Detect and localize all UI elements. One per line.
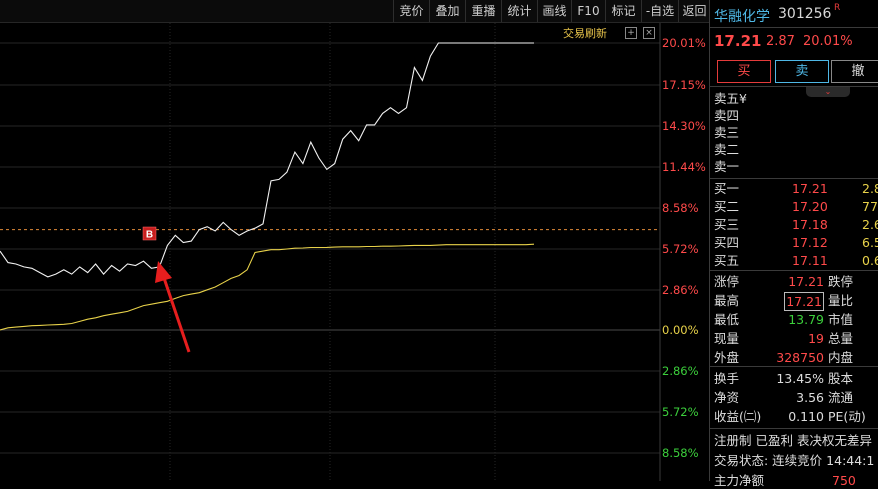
stat-label-2: 总量 bbox=[828, 331, 854, 346]
stat-label: 外盘 bbox=[714, 350, 740, 365]
pct-tick-label: 14.30% bbox=[662, 119, 706, 133]
buy-level-row[interactable]: 买一 17.21 2.8 bbox=[714, 180, 878, 197]
stat-label-2: 量比 bbox=[828, 293, 854, 308]
price-change: 2.87 bbox=[766, 34, 795, 49]
sell3-row: 卖三 bbox=[714, 124, 878, 141]
buy-level-volume: 2.6 bbox=[862, 217, 878, 232]
stat-row: 现量 19 总量 bbox=[714, 330, 878, 347]
price-line bbox=[0, 42, 534, 278]
pct-tick-label: 17.15% bbox=[662, 78, 706, 92]
pct-tick-label: 0.00% bbox=[662, 323, 699, 337]
stat-label-2: PE(动) bbox=[828, 409, 866, 424]
stat-row: 最低 13.79 市值 bbox=[714, 311, 878, 328]
buy-level-volume: 6.5 bbox=[862, 235, 878, 250]
stock-name[interactable]: 华融化学 bbox=[714, 6, 770, 26]
stat-label: 收益(㈡) bbox=[714, 409, 762, 424]
stat-row: 净资 3.56 流通 bbox=[714, 389, 878, 406]
pct-tick-label: 5.72% bbox=[662, 242, 699, 256]
stat-value: 19 bbox=[808, 331, 824, 346]
buy-level-price: 17.11 bbox=[792, 253, 828, 268]
buy-level-label: 买五 bbox=[714, 253, 740, 268]
stat-label-2: 内盘 bbox=[828, 350, 854, 365]
stock-code: 301256 bbox=[778, 6, 832, 22]
buy-level-label: 买一 bbox=[714, 181, 740, 196]
sell1-label: 卖一 bbox=[714, 159, 740, 174]
stat-label: 最低 bbox=[714, 312, 740, 327]
stat-row: 换手 13.45% 股本 bbox=[714, 370, 878, 387]
buy-level-price: 17.12 bbox=[792, 235, 828, 250]
stat-label-2: 股本 bbox=[828, 371, 854, 386]
sell4-label: 卖四 bbox=[714, 108, 740, 123]
stat-value: 3.56 bbox=[796, 390, 824, 405]
buy-level-volume: 77.7 bbox=[862, 199, 878, 214]
pct-tick-label: 11.44% bbox=[662, 160, 706, 174]
stat-value: 17.21 bbox=[788, 274, 824, 289]
stat-value: 17.21 bbox=[784, 292, 824, 311]
pct-tick-label: 8.58% bbox=[662, 446, 699, 460]
pct-tick-label: 8.58% bbox=[662, 201, 699, 215]
pct-tick-label: 2.86% bbox=[662, 283, 699, 297]
stat-label-2: 流通 bbox=[828, 390, 854, 405]
buy-level-price: 17.18 bbox=[792, 217, 828, 232]
svg-text:B: B bbox=[146, 230, 153, 241]
buy-level-volume: 2.8 bbox=[862, 181, 878, 196]
buy-marker[interactable]: B bbox=[142, 226, 157, 241]
sell2-label: 卖二 bbox=[714, 142, 740, 157]
buy-level-label: 买二 bbox=[714, 199, 740, 214]
stat-row: 最高 17.21 量比 bbox=[714, 292, 878, 311]
buy-level-volume: 0.6 bbox=[862, 253, 878, 268]
cancel-order-button[interactable]: 撤 bbox=[831, 60, 878, 83]
close-icon[interactable]: × bbox=[643, 27, 655, 39]
registration-flag: R bbox=[834, 3, 841, 13]
buy-level-price: 17.20 bbox=[792, 199, 828, 214]
price-change-pct: 20.01% bbox=[803, 34, 853, 49]
tags-text: 注册制 已盈利 表决权无差异 bbox=[714, 433, 872, 448]
stat-row: 外盘 328750 内盘 bbox=[714, 349, 878, 366]
buy-level-label: 买四 bbox=[714, 235, 740, 250]
sell2-row: 卖二 bbox=[714, 141, 878, 158]
stat-label-2: 市值 bbox=[828, 312, 854, 327]
quote-panel: 华融化学 301256 R 17.21 2.87 20.01% 买 卖 撤 ⌄ … bbox=[709, 0, 878, 488]
sell5-row: 卖五¥ bbox=[714, 90, 878, 107]
buy-level-label: 买三 bbox=[714, 217, 740, 232]
sell4-row: 卖四 bbox=[714, 107, 878, 124]
stat-value: 13.79 bbox=[788, 312, 824, 327]
pct-tick-label: 5.72% bbox=[662, 405, 699, 419]
stat-label: 涨停 bbox=[714, 274, 740, 289]
buy-level-row[interactable]: 买五 17.11 0.6 bbox=[714, 252, 878, 269]
stat-label: 换手 bbox=[714, 371, 740, 386]
red-arrow-icon bbox=[155, 261, 191, 353]
stat-row: 涨停 17.21 跌停 bbox=[714, 273, 878, 290]
stat-label: 现量 bbox=[714, 331, 740, 346]
buy-level-row[interactable]: 买四 17.12 6.5 bbox=[714, 234, 878, 251]
stat-label: 最高 bbox=[714, 293, 740, 308]
pct-tick-label: 20.01% bbox=[662, 36, 706, 50]
buy-level-row[interactable]: 买三 17.18 2.6 bbox=[714, 216, 878, 233]
sell-button[interactable]: 卖 bbox=[775, 60, 829, 83]
last-price: 17.21 bbox=[714, 32, 762, 50]
trade-status: 交易状态: 连续竞价 14:44:1 bbox=[714, 453, 875, 468]
buy-button[interactable]: 买 bbox=[717, 60, 771, 83]
zoom-in-icon[interactable]: + bbox=[625, 27, 637, 39]
sell3-label: 卖三 bbox=[714, 125, 740, 140]
sell5-label: 卖五 bbox=[714, 91, 740, 106]
pct-tick-label: 2.86% bbox=[662, 364, 699, 378]
stat-value: 0.110 bbox=[788, 409, 824, 424]
stat-value: 328750 bbox=[776, 350, 824, 365]
average-line bbox=[0, 243, 535, 331]
stat-row: 收益(㈡) 0.110 PE(动) bbox=[714, 408, 878, 425]
buy-level-row[interactable]: 买二 17.20 77.7 bbox=[714, 198, 878, 215]
intraday-chart[interactable]: B bbox=[0, 0, 708, 481]
stat-label: 净资 bbox=[714, 390, 740, 405]
stat-label-2: 跌停 bbox=[828, 274, 854, 289]
sell1-row: 卖一 bbox=[714, 158, 878, 175]
yen-icon: ¥ bbox=[739, 91, 747, 106]
stat-value: 13.45% bbox=[776, 371, 824, 386]
buy-level-price: 17.21 bbox=[792, 181, 828, 196]
trade-refresh-label[interactable]: 交易刷新 bbox=[563, 25, 607, 41]
